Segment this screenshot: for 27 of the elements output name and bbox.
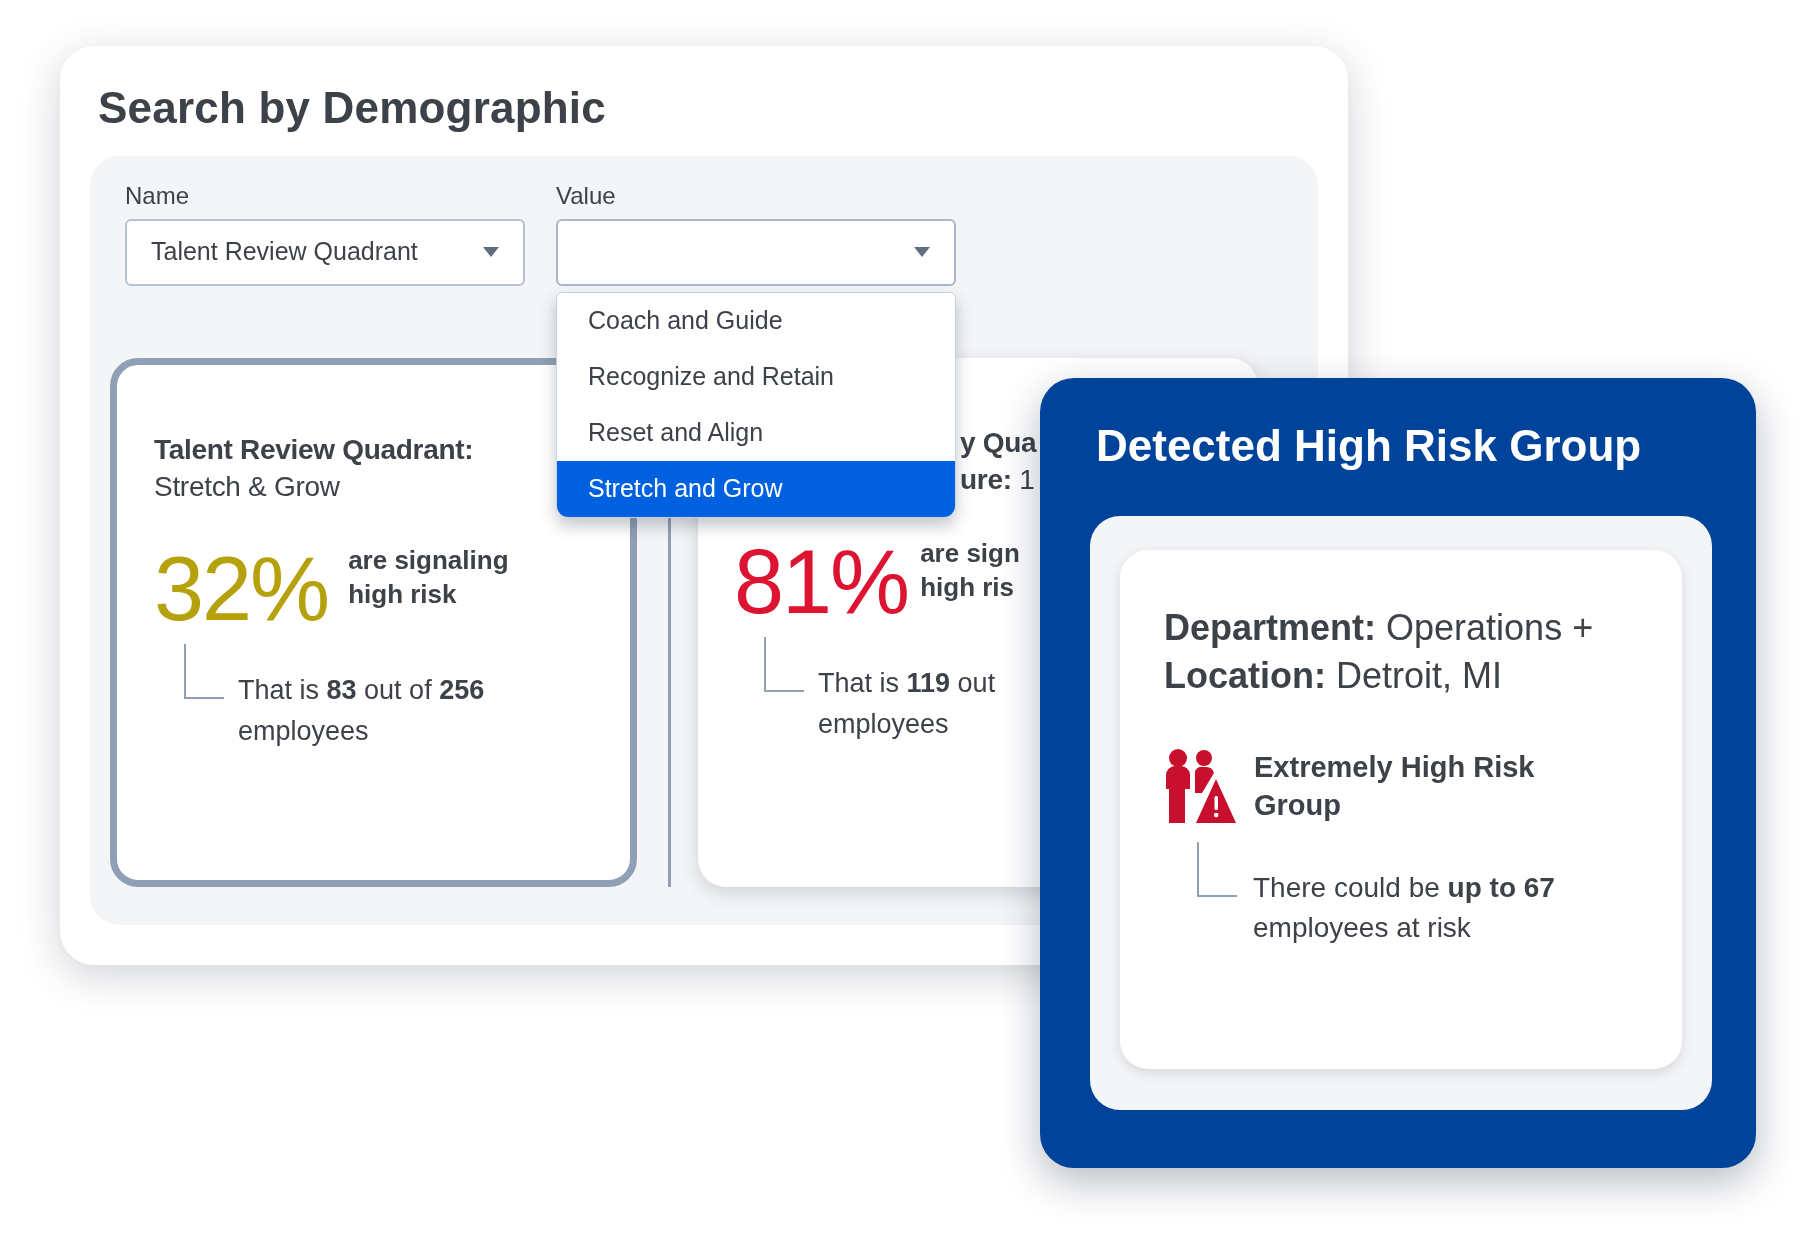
leader-line (1197, 842, 1237, 898)
percent-value: 32% (154, 544, 329, 635)
leader-line (184, 644, 224, 700)
detail-text: employees (238, 714, 370, 748)
field-label: Name (125, 181, 191, 211)
card-title: ure: 1 (960, 463, 1035, 498)
dropdown-option[interactable]: Coach and Guide (557, 293, 955, 349)
field-label: Value (556, 181, 617, 211)
detail-text: employees (818, 707, 950, 741)
leader-line (764, 637, 804, 693)
caret-icon (914, 247, 930, 258)
caret-icon (483, 247, 499, 258)
detail-text: That is 83 out of 256 (238, 674, 485, 708)
risk-label: are sign (920, 537, 1020, 571)
dropdown-option[interactable]: Stretch and Grow (557, 461, 955, 517)
card-title: Talent Review Quadrant: (154, 432, 474, 467)
detail-text: That is 119 out (818, 667, 996, 701)
risk-label: high risk (348, 578, 458, 611)
risk-label: are signaling (348, 544, 509, 578)
card-title: Stretch & Grow (154, 470, 340, 505)
risk-label: high ris (920, 571, 1016, 604)
card-title: y Qua (960, 425, 1037, 460)
select-field[interactable]: Talent Review Quadrant (125, 218, 525, 286)
select-field[interactable] (556, 218, 956, 286)
group-warning-icon (1164, 749, 1236, 823)
percent-value: 81% (734, 537, 909, 628)
panel-title: Search by Demographic (98, 82, 607, 134)
